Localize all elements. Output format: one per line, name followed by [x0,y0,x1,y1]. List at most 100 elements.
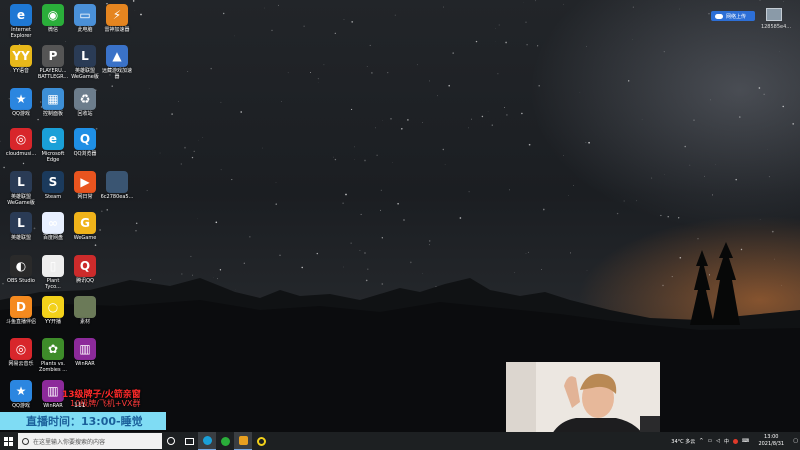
desktop-icon-qqbrowser[interactable]: Q QQ浏览器 [67,128,103,157]
start-button[interactable] [0,432,16,450]
recycle-icon: ♻ [74,88,96,110]
desktop-icon-label: 英雄联盟 WeGame版 [71,68,99,80]
ie-icon: e [10,4,32,26]
clock[interactable]: 13:00 2021/8/31 [751,434,791,448]
image-file-icon[interactable] [766,8,782,21]
desktop-icon-label: 英雄联盟 [10,235,31,241]
stream-schedule-text: 直播时间：13:00-睡觉 [26,415,143,428]
pubg-icon: P [42,45,64,67]
desktop-icon-label: YY语音 [12,68,30,74]
desktop-icon-leishen[interactable]: ⚡ 雷神加速器 [99,4,135,33]
taskbar-search-input[interactable]: 在这里输入你要搜索的内容 [18,433,162,449]
desktop-icon-qqgame2[interactable]: ★ QQ游戏 [3,380,39,409]
tray-chevron-up-icon[interactable]: ^ [699,438,703,444]
desktop-icon-lol-wegame[interactable]: L 英雄联盟 WeGame版 [67,45,103,80]
plant-icon: ▯ [42,255,64,277]
desktop-icon-edge[interactable]: e Microsoft Edge [35,128,71,163]
desktop-icon-wechat[interactable]: ◉ 微信 [35,4,71,33]
desktop-icon-yy[interactable]: YY YY语音 [3,45,39,74]
desktop-icon-recycle[interactable]: ♻ 回收站 [67,88,103,117]
volume-icon[interactable]: ◁ [716,438,720,444]
desktop-icon-douyu[interactable]: D 斗鱼直播伴侣 [3,296,39,325]
edge-icon [202,436,212,445]
desktop-icon-label: Microsoft Edge [41,151,65,163]
desktop-icon-label: 百度网盘 [42,235,63,241]
desktop-icon-label: 网日常 [77,194,93,200]
taskbar-obs[interactable] [234,432,252,450]
desktop-icon-pubg[interactable]: P PLAYERU... BATTLEGR... [35,45,71,80]
desktop-icon-label: WinRAR [75,361,95,367]
cortana-button[interactable] [162,432,180,450]
desktop-icon-qqlive[interactable]: ★ QQ游戏 [3,88,39,117]
network-upload-widget[interactable]: 网络上传 [711,11,755,21]
desktop-icon-label: 英雄联盟 WeGame版 [7,194,35,206]
leishen-icon: ⚡ [106,4,128,26]
clock-date: 2021/8/31 [758,441,785,447]
desktop-icon-thispc[interactable]: ▭ 此电脑 [67,4,103,33]
desktop-icon-label: Internet Explorer [10,27,32,39]
desktop-icon-label: 雷神加速器 [104,27,130,33]
winrar1-icon: ▥ [74,338,96,360]
lol3-icon: L [10,212,32,234]
desktop-icon-plant[interactable]: ▯ Plant Tyco... [35,255,71,290]
edge-icon: e [42,128,64,150]
task-view-button[interactable] [180,432,198,450]
ime-icon[interactable]: ⌨ [742,438,749,444]
steam-icon: S [42,171,64,193]
desktop-icon-winrar1[interactable]: ▥ WinRAR [67,338,103,367]
notification-icon[interactable]: ▢ [793,438,798,444]
image-file-label: 128585e4... [760,24,792,30]
desktop-icon-label: QQ游戏 [12,111,30,117]
wymusic-icon: ◎ [10,338,32,360]
huodong-icon [74,296,96,318]
tray-lang[interactable]: 中 [724,438,729,445]
desktop-icon-label: YY开播 [44,319,62,325]
lol-wegame-icon: L [74,45,96,67]
desktop-icon-lol3[interactable]: L 英雄联盟 [3,212,39,241]
desktop-icon-label: Steam [44,194,62,200]
desktop-icon-tencentqq[interactable]: Q 腾讯QQ [67,255,103,284]
search-placeholder: 在这里输入你要搜索的内容 [33,438,106,446]
stream-schedule-banner: 直播时间：13:00-睡觉 [0,412,166,430]
obs-icon: ◐ [10,255,32,277]
desktop-icon-baidupan[interactable]: ∞ 百度网盘 [35,212,71,241]
desktop-icon-wegame[interactable]: G WeGame [67,212,103,241]
desktop-icon-yykaibo[interactable]: ○ YY开播 [35,296,71,325]
tray-app-icon[interactable] [733,438,739,444]
desktop-icon-label: 腾讯QQ [76,278,94,284]
desktop-icon-steam[interactable]: S Steam [35,171,71,200]
overlay-number: 111 [74,402,86,409]
winrar2-icon: ▥ [42,380,64,402]
tray-weather[interactable]: 34°C 多云 [671,438,695,445]
desktop-icon-label: 微信 [47,27,58,33]
desktop-icon-label: Plants vs. Zombies ... [39,361,67,373]
cloud-icon [715,13,723,19]
taskbar-edge[interactable] [198,432,216,450]
desktop-icon-label: WinRAR [43,403,63,409]
taskbar-yy[interactable] [252,432,270,450]
desktop-icon-controlpanel[interactable]: ▦ 控制面板 [35,88,71,117]
desktop-icon-wymusic[interactable]: ◎ 网易云音乐 [3,338,39,367]
desktop-icon-label: 此电脑 [77,27,93,33]
desktop-icon-obs[interactable]: ◐ OBS Studio [3,255,39,284]
liangri-icon: ▶ [74,171,96,193]
tencentqq-icon: Q [74,255,96,277]
network-icon[interactable]: ▭ [707,438,712,444]
desktop-icon-pvz[interactable]: ✿ Plants vs. Zombies ... [35,338,71,373]
yuanmeng-icon: ▲ [106,45,128,67]
desktop-icon-file-6c[interactable]: 6c2780ea5... [99,171,135,200]
desktop-icon-label: cloudmusi... [5,151,37,157]
desktop-icon-liangri[interactable]: ▶ 网日常 [67,171,103,200]
desktop-icon-lol2[interactable]: L 英雄联盟 WeGame版 [3,171,39,206]
desktop-icon-huodong[interactable]: 素材 [67,296,103,325]
taskbar-wechat[interactable] [216,432,234,450]
desktop-icon-label: QQ游戏 [12,403,30,409]
desktop-icon-label: Plant Tyco... [45,278,61,290]
qqlive-icon: ★ [10,88,32,110]
wegame-icon: G [74,212,96,234]
yykaibo-icon: ○ [42,296,64,318]
desktop-icon-yuanmeng[interactable]: ▲ 远藏游戏加速 器 [99,45,135,80]
desktop-icon-ie[interactable]: e Internet Explorer [3,4,39,39]
desktop-icon-cloudmusic[interactable]: ◎ cloudmusi... [3,128,39,157]
task-view-icon [184,437,194,445]
